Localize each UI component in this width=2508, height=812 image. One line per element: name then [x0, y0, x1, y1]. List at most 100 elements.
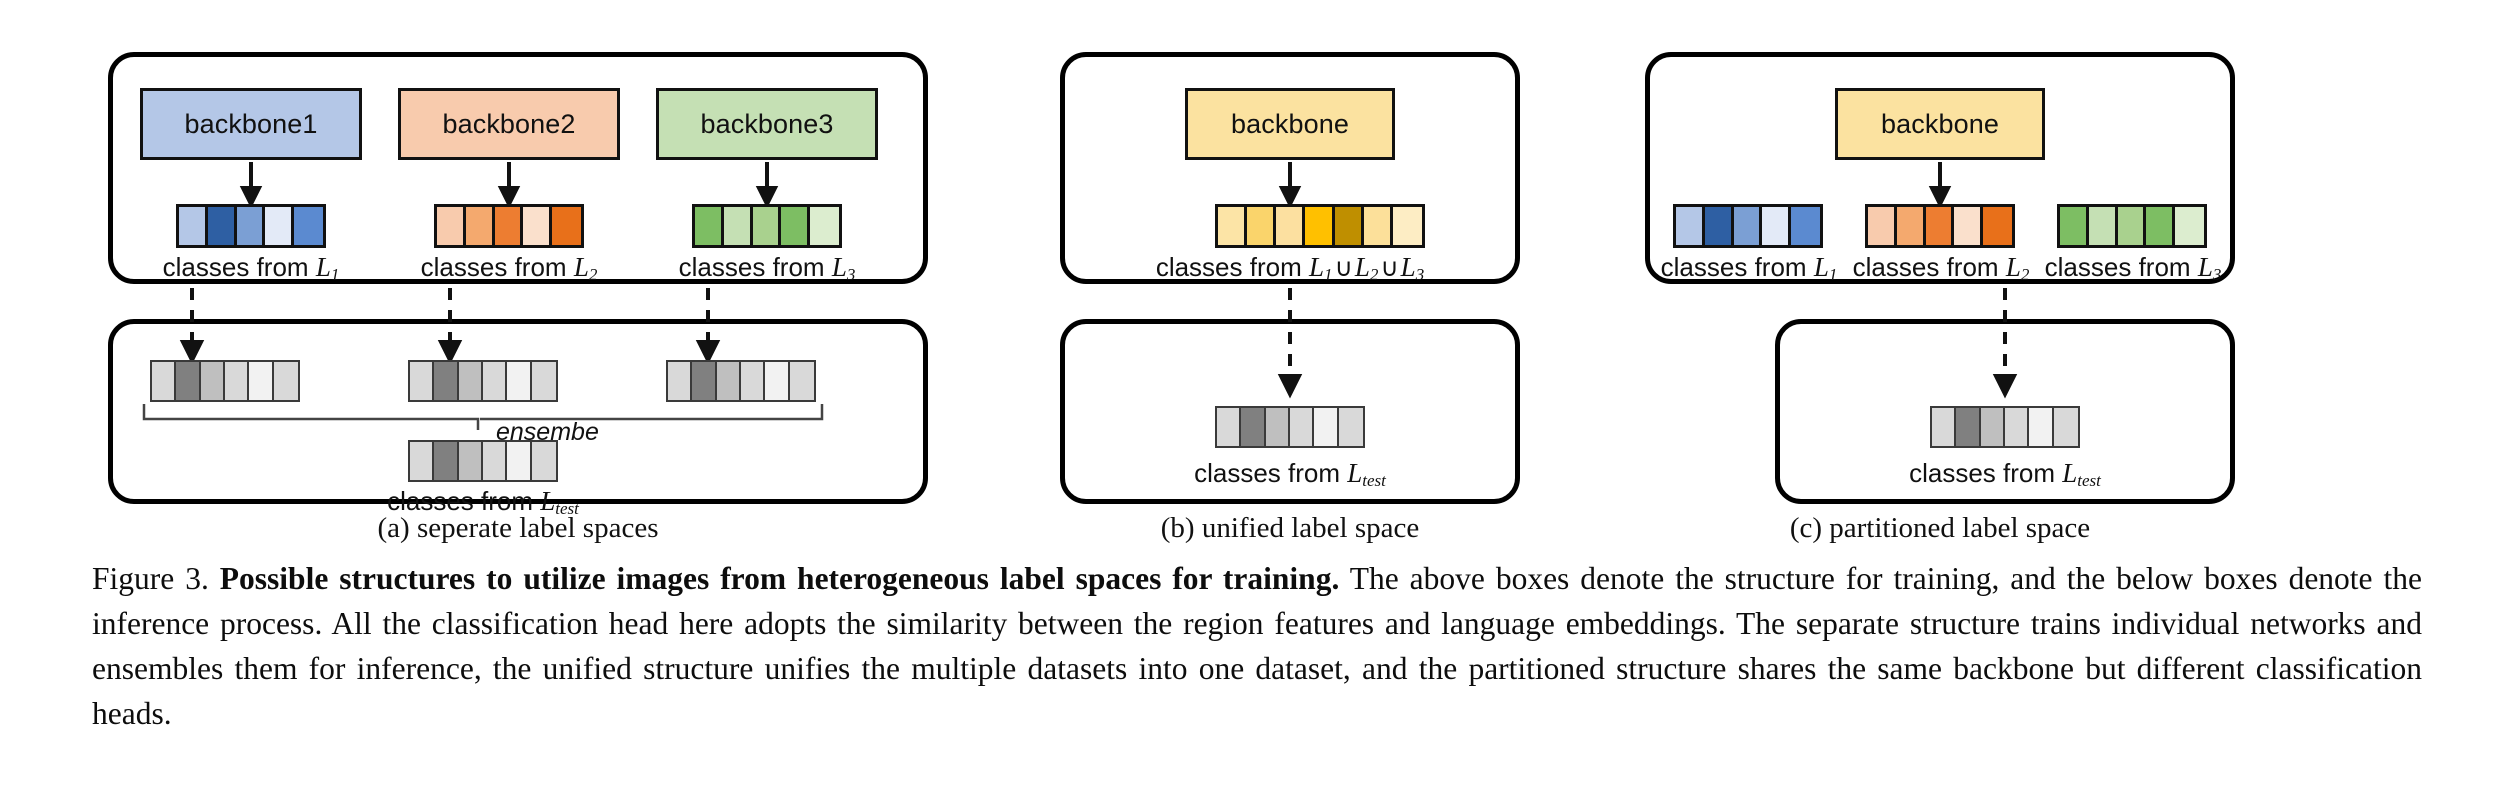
panels-container: backbone1 backbone2 backbone3 classes fr… — [0, 52, 2508, 518]
panel-a-gray-strip-3 — [666, 360, 816, 402]
strip-cell — [236, 207, 266, 245]
strip-cell — [1276, 207, 1306, 245]
strip-cell — [224, 362, 250, 400]
strip-cell — [410, 362, 435, 400]
strip-cell — [1334, 207, 1364, 245]
backbone1-box[interactable]: backbone1 — [140, 88, 362, 160]
strip-cell — [507, 442, 532, 480]
strip-cell — [176, 362, 201, 400]
strip-cell — [531, 362, 556, 400]
strip-cell — [552, 207, 581, 245]
strip-cell — [1932, 408, 1957, 446]
panel-c-training-box — [1645, 52, 2235, 284]
strip-cell — [752, 207, 782, 245]
class-label-subscript: 2 — [588, 265, 598, 284]
strip-cell — [2146, 207, 2176, 245]
class-label-symbol: L — [2197, 252, 2213, 282]
strip-cell — [1241, 408, 1266, 446]
subcaptions-row: (a) seperate label spaces (b) unified la… — [0, 512, 2508, 552]
strip-cell — [458, 442, 483, 480]
figure-caption-bold: Possible structures to utilize images fr… — [219, 561, 1340, 596]
strip-cell — [740, 362, 766, 400]
panel-a-blue-strip — [176, 204, 326, 248]
strip-cell — [781, 207, 811, 245]
panel-a-class-label-2: classes from L2 — [389, 252, 629, 285]
panel-b-result-label: classes from Ltest — [1170, 458, 1410, 491]
panel-c-backbone-box[interactable]: backbone — [1835, 88, 2045, 160]
backbone3-box[interactable]: backbone3 — [656, 88, 878, 160]
strip-cell — [1704, 207, 1734, 245]
strip-cell — [2029, 408, 2054, 446]
strip-cell — [265, 207, 295, 245]
panel-c-result-strip — [1930, 406, 2080, 448]
class-label-subscript: 1 — [330, 265, 340, 284]
strip-cell — [692, 362, 717, 400]
union-operator-1: ∪ — [1334, 253, 1353, 282]
strip-cell — [494, 207, 524, 245]
strip-cell — [1247, 207, 1277, 245]
class-label-symbol: L — [2062, 458, 2078, 488]
class-label-prefix: classes from — [1852, 252, 2006, 282]
panel-b-backbone-label: backbone — [1231, 108, 1349, 139]
class-label-symbol: L — [1347, 458, 1363, 488]
class-label-symbol: L — [573, 252, 589, 282]
strip-cell — [273, 362, 298, 400]
strip-cell — [179, 207, 208, 245]
strip-cell — [1868, 207, 1897, 245]
strip-cell — [1289, 408, 1315, 446]
backbone2-box[interactable]: backbone2 — [398, 88, 620, 160]
class-label-prefix: classes from — [162, 252, 316, 282]
panel-c-orange-strip — [1865, 204, 2015, 248]
strip-cell — [200, 362, 225, 400]
union-operator-2: ∪ — [1380, 253, 1399, 282]
strip-cell — [1338, 408, 1363, 446]
class-label-subscript: test — [1362, 471, 1386, 490]
strip-cell — [1896, 207, 1926, 245]
panel-c-class-label-3: classes from L3 — [2013, 252, 2253, 285]
panel-a-gray-strip-2 — [408, 360, 558, 402]
panel-c-result-label: classes from Ltest — [1885, 458, 2125, 491]
class-label-prefix: classes from — [1660, 252, 1814, 282]
panel-b-training-box — [1060, 52, 1520, 284]
strip-cell — [1305, 207, 1335, 245]
subcaption-b: (b) unified label space — [1160, 512, 1420, 544]
class-label-prefix: classes from — [678, 252, 832, 282]
strip-cell — [523, 207, 553, 245]
strip-cell — [410, 442, 435, 480]
strip-cell — [207, 207, 237, 245]
strip-cell — [249, 362, 274, 400]
strip-cell — [716, 362, 741, 400]
strip-cell — [789, 362, 814, 400]
panel-a-training-box — [108, 52, 928, 284]
panel-a-class-label-1: classes from L1 — [131, 252, 371, 285]
strip-cell — [434, 362, 459, 400]
class-label-prefix: classes from — [1909, 458, 2063, 488]
strip-cell — [531, 442, 556, 480]
strip-cell — [2175, 207, 2204, 245]
strip-cell — [2004, 408, 2030, 446]
class-label-symbol: L — [315, 252, 331, 282]
strip-cell — [668, 362, 693, 400]
strip-cell — [1925, 207, 1955, 245]
strip-cell — [2060, 207, 2089, 245]
strip-cell — [482, 442, 508, 480]
panel-b-result-strip — [1215, 406, 1365, 448]
strip-cell — [1217, 408, 1242, 446]
strip-cell — [437, 207, 466, 245]
class-label-symbol: L — [831, 252, 847, 282]
subcaption-a: (a) seperate label spaces — [377, 512, 659, 544]
panel-b-union-prefix: classes from — [1155, 252, 1309, 282]
class-label-prefix: classes from — [2044, 252, 2198, 282]
strip-cell — [1980, 408, 2005, 446]
strip-cell — [482, 362, 508, 400]
class-label-subscript: test — [2077, 471, 2101, 490]
panel-a-orange-strip — [434, 204, 584, 248]
panel-a-result-strip — [408, 440, 558, 482]
strip-cell — [152, 362, 177, 400]
strip-cell — [1265, 408, 1290, 446]
class-label-subscript: 3 — [2212, 265, 2222, 284]
figure-caption-number: Figure 3. — [92, 561, 209, 596]
backbone1-label: backbone1 — [184, 108, 318, 139]
panel-b-backbone-box[interactable]: backbone — [1185, 88, 1395, 160]
panel-a-gray-strip-1 — [150, 360, 300, 402]
